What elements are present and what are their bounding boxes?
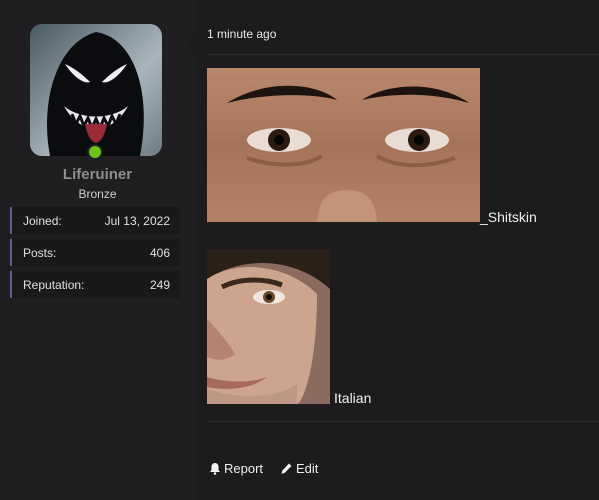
pencil-icon — [281, 463, 292, 474]
post-timestamp[interactable]: 1 minute ago — [207, 27, 276, 41]
edit-button[interactable]: Edit — [280, 461, 318, 476]
avatar[interactable] — [30, 24, 162, 156]
report-label: Report — [224, 461, 264, 476]
eyes-photo — [207, 68, 480, 222]
report-button[interactable]: Report — [209, 461, 263, 476]
stat-joined: Joined: Jul 13, 2022 — [10, 207, 180, 234]
message-arrow — [185, 34, 195, 54]
stat-label: Reputation: — [23, 278, 85, 292]
avatar-image — [30, 24, 162, 156]
online-status-dot — [87, 144, 103, 160]
post-image-eyes[interactable] — [207, 68, 480, 222]
header-divider — [207, 54, 599, 55]
stat-value: Jul 13, 2022 — [104, 214, 170, 228]
edit-label: Edit — [296, 461, 319, 476]
stat-label: Posts: — [23, 246, 57, 260]
post-image-face[interactable] — [207, 249, 330, 404]
user-title: Bronze — [78, 187, 117, 201]
username[interactable]: Liferuiner — [0, 166, 195, 183]
stat-value: 249 — [149, 278, 170, 292]
image-caption-1: _Shitskin — [480, 209, 537, 225]
image-caption-2: Italian — [334, 390, 372, 406]
face-photo — [207, 249, 330, 404]
stat-reputation: Reputation: 249 — [10, 271, 180, 298]
stat-posts: Posts: 406 — [10, 239, 180, 266]
stat-label: Joined: — [23, 214, 62, 228]
footer-divider — [207, 421, 599, 422]
bell-icon — [210, 463, 220, 475]
stat-value[interactable]: 406 — [150, 246, 170, 260]
